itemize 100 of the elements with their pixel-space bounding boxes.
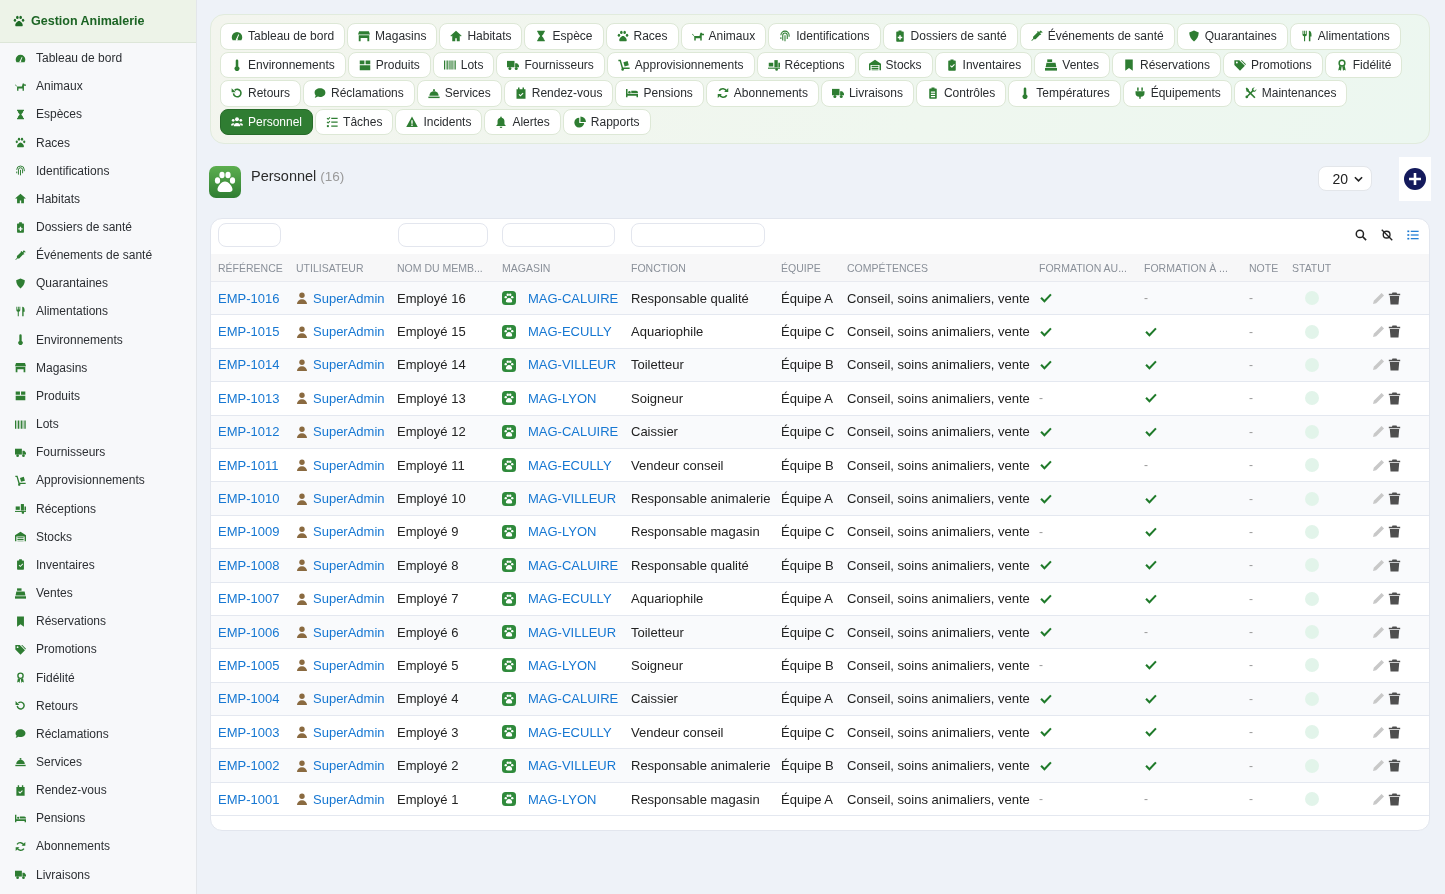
module-tab[interactable]: Races: [605, 23, 679, 50]
search-off-icon[interactable]: [1381, 229, 1393, 241]
module-tab[interactable]: Réceptions: [756, 51, 856, 79]
module-tab[interactable]: Lots: [432, 51, 495, 79]
trash-icon[interactable]: [1388, 458, 1401, 472]
reference-link[interactable]: EMP-1012: [218, 424, 296, 440]
sidebar-item[interactable]: Réclamations: [0, 719, 196, 748]
user-link[interactable]: SuperAdmin: [313, 724, 385, 740]
module-tab[interactable]: Espèce: [524, 23, 604, 50]
user-link[interactable]: SuperAdmin: [313, 491, 385, 507]
filter-field[interactable]: [218, 223, 281, 247]
filter-field[interactable]: [502, 223, 615, 247]
trash-icon[interactable]: [1388, 692, 1401, 706]
store-link[interactable]: MAG-CALUIRE: [528, 691, 619, 707]
trash-icon[interactable]: [1388, 659, 1401, 672]
reference-link[interactable]: EMP-1003: [218, 724, 296, 740]
trash-icon[interactable]: [1388, 325, 1401, 339]
reference-link[interactable]: EMP-1007: [218, 591, 296, 607]
user-link[interactable]: SuperAdmin: [313, 324, 385, 340]
module-tab[interactable]: Rendez-vous: [503, 80, 614, 107]
module-tab[interactable]: Approvisionnements: [606, 51, 755, 79]
module-tab[interactable]: Stocks: [857, 51, 933, 79]
reference-link[interactable]: EMP-1013: [218, 390, 296, 406]
user-link[interactable]: SuperAdmin: [313, 591, 385, 607]
store-link[interactable]: MAG-CALUIRE: [528, 557, 619, 573]
module-tab[interactable]: Abonnements: [705, 80, 819, 107]
sidebar-item[interactable]: Rendez-vous: [0, 776, 196, 805]
sidebar-item[interactable]: Événements de santé: [0, 241, 196, 270]
store-link[interactable]: MAG-LYON: [528, 791, 597, 807]
store-link[interactable]: MAG-ECULLY: [528, 457, 612, 473]
store-link[interactable]: MAG-ECULLY: [528, 324, 612, 340]
sidebar-item[interactable]: Animaux: [0, 72, 196, 101]
module-tab[interactable]: Services: [416, 80, 502, 107]
sidebar-item[interactable]: Ventes: [0, 578, 196, 608]
user-link[interactable]: SuperAdmin: [313, 624, 385, 640]
user-link[interactable]: SuperAdmin: [313, 658, 385, 673]
module-tab[interactable]: Inventaires: [934, 51, 1033, 79]
module-tab[interactable]: Magasins: [347, 23, 438, 50]
module-tab[interactable]: Identifications: [768, 23, 881, 50]
sidebar-item[interactable]: Races: [0, 128, 196, 157]
user-link[interactable]: SuperAdmin: [313, 691, 385, 707]
reference-link[interactable]: EMP-1009: [218, 524, 296, 540]
module-tab[interactable]: Tâches: [315, 108, 394, 136]
trash-icon[interactable]: [1388, 391, 1401, 405]
sidebar-item[interactable]: Fournisseurs: [0, 438, 196, 467]
reference-link[interactable]: EMP-1005: [218, 658, 296, 673]
module-tab[interactable]: Quarantaines: [1176, 23, 1288, 50]
sidebar-item[interactable]: Lots: [0, 410, 196, 439]
module-tab[interactable]: Contrôles: [915, 80, 1007, 107]
sidebar-item[interactable]: Tableau de bord: [0, 44, 196, 73]
module-tab[interactable]: Rapports: [562, 108, 651, 136]
trash-icon[interactable]: [1388, 725, 1401, 739]
sidebar-item[interactable]: Inventaires: [0, 550, 196, 579]
user-link[interactable]: SuperAdmin: [313, 557, 385, 573]
module-tab[interactable]: Événements de santé: [1019, 23, 1175, 50]
sidebar-item[interactable]: Promotions: [0, 635, 196, 664]
store-link[interactable]: MAG-LYON: [528, 390, 597, 406]
trash-icon[interactable]: [1388, 425, 1401, 439]
module-tab[interactable]: Incidents: [395, 108, 483, 136]
store-link[interactable]: MAG-VILLEUR: [528, 357, 617, 373]
reference-link[interactable]: EMP-1014: [218, 357, 296, 373]
store-link[interactable]: MAG-CALUIRE: [528, 424, 619, 440]
store-link[interactable]: MAG-VILLEUR: [528, 624, 617, 640]
trash-icon[interactable]: [1388, 492, 1401, 506]
user-link[interactable]: SuperAdmin: [313, 424, 385, 440]
user-link[interactable]: SuperAdmin: [313, 758, 385, 774]
module-tab[interactable]: Livraisons: [820, 80, 914, 107]
trash-icon[interactable]: [1388, 592, 1401, 606]
module-tab[interactable]: Alertes: [484, 108, 561, 136]
sidebar-item[interactable]: Environnements: [0, 325, 196, 354]
reference-link[interactable]: EMP-1010: [218, 491, 296, 507]
reference-link[interactable]: EMP-1011: [218, 457, 296, 473]
trash-icon[interactable]: [1388, 759, 1401, 773]
user-link[interactable]: SuperAdmin: [313, 791, 385, 807]
store-link[interactable]: MAG-ECULLY: [528, 724, 612, 740]
search-icon[interactable]: [1355, 229, 1367, 241]
module-tab[interactable]: Retours: [220, 80, 302, 107]
module-tab[interactable]: Produits: [347, 51, 431, 79]
sidebar-item[interactable]: Habitats: [0, 184, 196, 213]
sidebar-item[interactable]: Réservations: [0, 607, 196, 636]
reference-link[interactable]: EMP-1016: [218, 290, 296, 306]
module-tab[interactable]: Pensions: [615, 80, 704, 107]
page-size-select[interactable]: 20: [1318, 166, 1372, 191]
module-tab[interactable]: Ventes: [1034, 51, 1110, 79]
sidebar-item[interactable]: Stocks: [0, 522, 196, 551]
sidebar-item[interactable]: Services: [0, 747, 196, 777]
store-link[interactable]: MAG-VILLEUR: [528, 758, 617, 774]
sidebar-item[interactable]: Réceptions: [0, 494, 196, 523]
module-tab[interactable]: Dossiers de santé: [882, 23, 1018, 50]
module-tab[interactable]: Habitats: [439, 23, 523, 50]
store-link[interactable]: MAG-VILLEUR: [528, 491, 617, 507]
sidebar-item[interactable]: Abonnements: [0, 832, 196, 861]
module-tab[interactable]: Alimentations: [1289, 23, 1401, 50]
trash-icon[interactable]: [1388, 558, 1401, 572]
module-tab[interactable]: Maintenances: [1233, 80, 1348, 107]
store-link[interactable]: MAG-ECULLY: [528, 591, 612, 607]
sidebar-item[interactable]: Alimentations: [0, 297, 196, 326]
module-tab[interactable]: Fournisseurs: [496, 51, 605, 79]
filter-field[interactable]: [631, 223, 765, 247]
module-tab[interactable]: Réservations: [1112, 51, 1222, 79]
